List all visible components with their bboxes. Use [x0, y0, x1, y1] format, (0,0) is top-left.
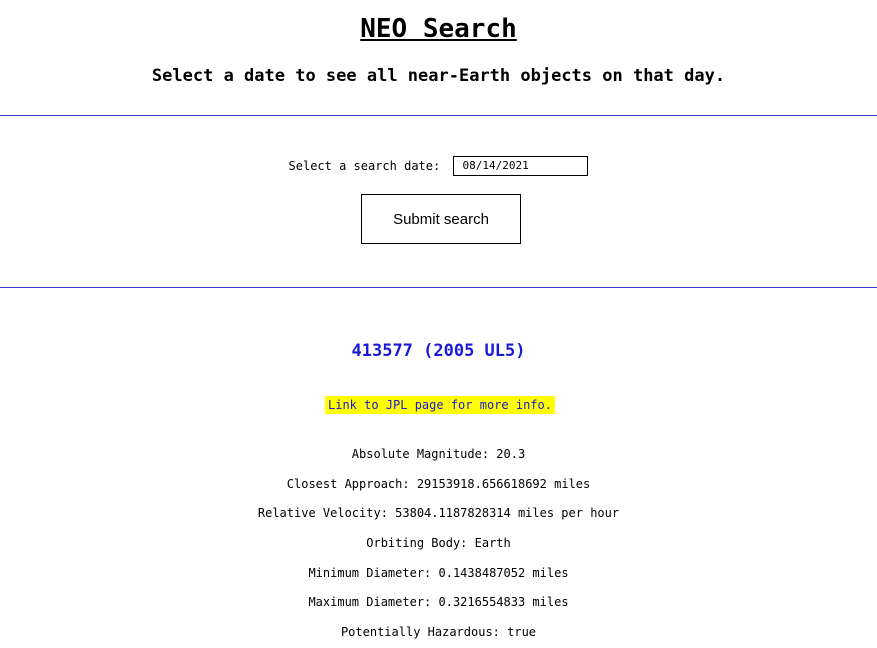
- page-title: NEO Search: [360, 14, 517, 44]
- detail-maximum-diameter: Maximum Diameter: 0.3216554833 miles: [308, 595, 569, 610]
- detail-potentially-hazardous: Potentially Hazardous: true: [340, 625, 537, 640]
- detail-closest-approach: Closest Approach: 29153918.656618692 mil…: [286, 476, 591, 491]
- detail-relative-velocity: Relative Velocity: 53804.1187828314 mile…: [257, 506, 620, 521]
- detail-minimum-diameter: Minimum Diameter: 0.1438487052 miles: [308, 565, 569, 580]
- divider-top: [0, 115, 877, 116]
- neo-details: Absolute Magnitude: 20.3 Closest Approac…: [0, 446, 877, 648]
- page-subtitle: Select a date to see all near-Earth obje…: [151, 66, 726, 86]
- detail-absolute-magnitude: Absolute Magnitude: 20.3: [351, 447, 526, 461]
- search-form: Select a search date: 08/14/2021: [0, 156, 877, 176]
- search-date-input[interactable]: 08/14/2021: [453, 156, 589, 176]
- page: NEO Search Select a date to see all near…: [0, 0, 877, 648]
- search-date-label: Select a search date:: [288, 159, 441, 173]
- neo-name-heading: 413577 (2005 UL5): [351, 341, 526, 361]
- submit-search-button[interactable]: Submit search: [361, 194, 521, 244]
- detail-orbiting-body: Orbiting Body: Earth: [366, 536, 511, 551]
- divider-bottom: [0, 287, 877, 288]
- jpl-link[interactable]: Link to JPL page for more info.: [325, 396, 555, 414]
